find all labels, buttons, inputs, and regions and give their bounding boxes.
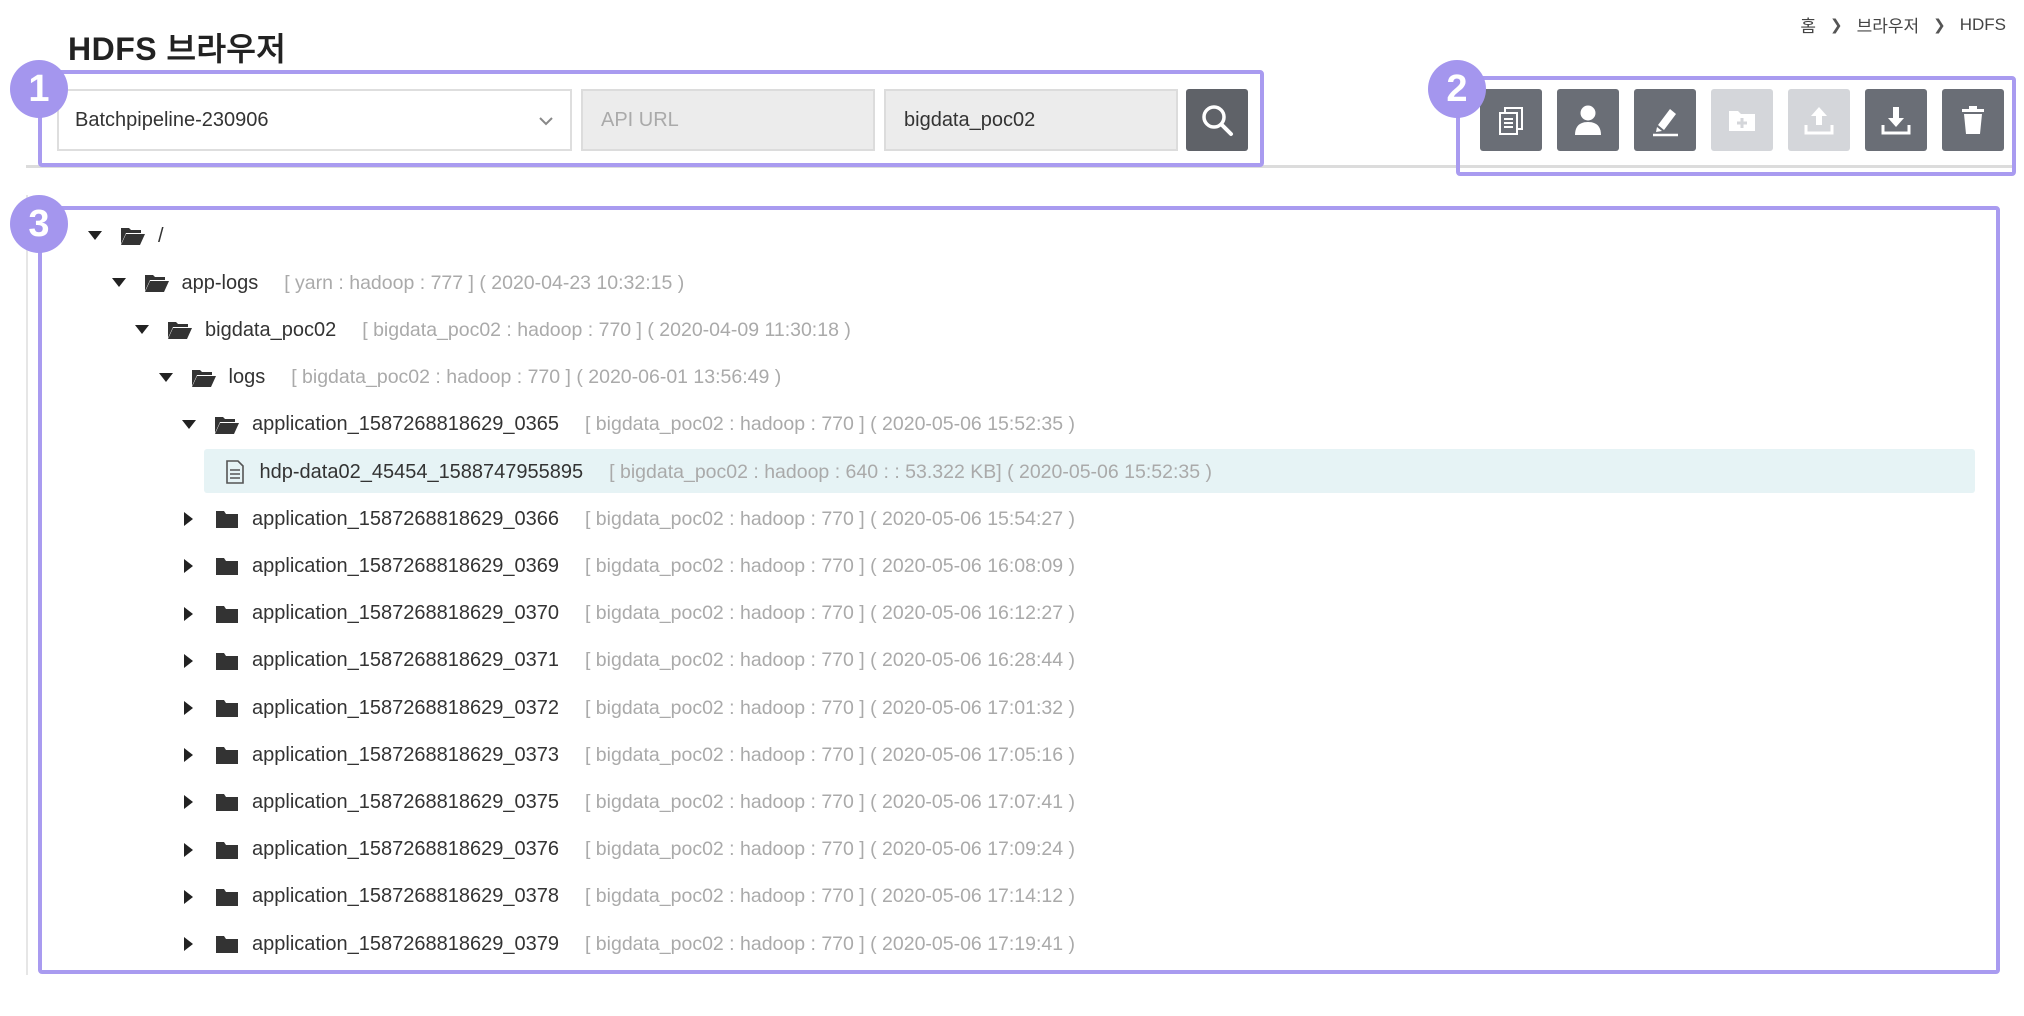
page-title: HDFS 브라우저	[68, 31, 287, 67]
breadcrumb: 홈 ❯ 브라우저 ❯ HDFS	[1800, 12, 2006, 37]
tree-folder-row[interactable]: application_1587268818629_0376 [ bigdata_…	[178, 830, 1075, 870]
tree-folder-row[interactable]: application_1587268818629_0370 [ bigdata_…	[178, 594, 1075, 634]
tree-file-row[interactable]: hdp-data02_45454_1588747955895 [ bigdata_…	[222, 452, 1212, 492]
callout-box-1	[38, 70, 1264, 167]
caret-down-icon[interactable]	[84, 225, 106, 247]
tree-node-name[interactable]: application_1587268818629_0373	[252, 744, 559, 767]
tree-node-name[interactable]: application_1587268818629_0370	[252, 602, 559, 625]
tree-node-meta: [ bigdata_poc02 : hadoop : 770 ] ( 2020-…	[584, 838, 1076, 861]
folder-icon	[214, 839, 240, 861]
tree-node-name[interactable]: app-logs	[182, 272, 259, 295]
tree-folder-row[interactable]: /	[84, 216, 190, 256]
callout-badge-1: 1	[10, 60, 68, 118]
tree-folder-row[interactable]: app-logs [ yarn : hadoop : 777 ] ( 2020-0…	[108, 263, 685, 303]
caret-down-icon[interactable]	[131, 319, 153, 341]
tree-folder-row[interactable]: application_1587268818629_0371 [ bigdata_…	[178, 641, 1075, 681]
tree-node-meta: [ bigdata_poc02 : hadoop : 770 ] ( 2020-…	[362, 318, 851, 341]
tree-node-meta: [ bigdata_poc02 : hadoop : 770 ] ( 2020-…	[584, 696, 1076, 719]
tree-folder-row[interactable]: application_1587268818629_0365 [ bigdata_…	[178, 405, 1075, 445]
tree-node-meta: [ bigdata_poc02 : hadoop : 770 ] ( 2020-…	[584, 554, 1076, 577]
tree-node-name[interactable]: application_1587268818629_0366	[252, 508, 559, 531]
tree-node-name[interactable]: bigdata_poc02	[205, 319, 336, 342]
tree-node-meta: [ bigdata_poc02 : hadoop : 640 : : 53.32…	[609, 460, 1212, 483]
tree-node-meta: [ bigdata_poc02 : hadoop : 770 ] ( 2020-…	[584, 885, 1076, 908]
folder-open-icon	[167, 319, 193, 341]
chevron-right-icon: ❯	[1830, 16, 1843, 34]
breadcrumb-home[interactable]: 홈	[1800, 12, 1816, 37]
tree-node-name[interactable]: application_1587268818629_0369	[252, 555, 559, 578]
tree-folder-row[interactable]: bigdata_poc02 [ bigdata_poc02 : hadoop : …	[131, 310, 851, 350]
tree-node-meta: [ bigdata_poc02 : hadoop : 770 ] ( 2020-…	[584, 649, 1076, 672]
tree-node-name[interactable]: application_1587268818629_0365	[252, 413, 559, 436]
caret-right-icon[interactable]	[178, 791, 200, 813]
breadcrumb-browser[interactable]: 브라우저	[1857, 12, 1920, 37]
tree-node-meta: [ bigdata_poc02 : hadoop : 770 ] ( 2020-…	[584, 602, 1076, 625]
tree-node-meta: [ bigdata_poc02 : hadoop : 770 ] ( 2020-…	[584, 932, 1076, 955]
tree-folder-row[interactable]: logs [ bigdata_poc02 : hadoop : 770 ] ( 2…	[155, 358, 782, 398]
tree-node-name[interactable]: application_1587268818629_0371	[252, 649, 559, 672]
folder-icon	[214, 933, 240, 955]
caret-right-icon[interactable]	[178, 697, 200, 719]
tree-node-meta: [ bigdata_poc02 : hadoop : 770 ] ( 2020-…	[584, 790, 1076, 813]
tree-node-name[interactable]: hdp-data02_45454_1588747955895	[260, 461, 584, 484]
tree-node-name[interactable]: application_1587268818629_0372	[252, 697, 559, 720]
caret-right-icon[interactable]	[178, 650, 200, 672]
tree-node-name[interactable]: application_1587268818629_0376	[252, 838, 559, 861]
caret-right-icon[interactable]	[178, 744, 200, 766]
tree-node-name[interactable]: logs	[229, 366, 266, 389]
tree-folder-row[interactable]: application_1587268818629_0369 [ bigdata_…	[178, 546, 1075, 586]
tree-node-name[interactable]: application_1587268818629_0375	[252, 791, 559, 814]
file-icon	[222, 460, 248, 484]
tree-folder-row[interactable]: application_1587268818629_0379 [ bigdata_…	[178, 924, 1075, 964]
caret-right-icon[interactable]	[178, 933, 200, 955]
folder-icon	[214, 603, 240, 625]
caret-down-icon[interactable]	[178, 414, 200, 436]
caret-right-icon[interactable]	[178, 603, 200, 625]
folder-icon	[214, 555, 240, 577]
caret-right-icon[interactable]	[178, 886, 200, 908]
folder-icon	[214, 697, 240, 719]
tree-folder-row[interactable]: application_1587268818629_0375 [ bigdata_…	[178, 782, 1075, 822]
chevron-right-icon: ❯	[1933, 16, 1946, 34]
breadcrumb-hdfs: HDFS	[1959, 14, 2006, 34]
folder-icon	[214, 886, 240, 908]
caret-down-icon[interactable]	[155, 367, 177, 389]
tree-folder-row[interactable]: application_1587268818629_0372 [ bigdata_…	[178, 688, 1075, 728]
tree-node-meta: [ yarn : hadoop : 777 ] ( 2020-04-23 10:…	[284, 271, 685, 294]
tree-folder-row[interactable]: application_1587268818629_0373 [ bigdata_…	[178, 735, 1075, 775]
folder-open-icon	[191, 367, 217, 389]
tree-node-name[interactable]: application_1587268818629_0378	[252, 885, 559, 908]
caret-right-icon[interactable]	[178, 839, 200, 861]
caret-down-icon[interactable]	[108, 272, 130, 294]
folder-icon	[214, 650, 240, 672]
folder-open-icon	[120, 225, 146, 247]
tree-folder-row[interactable]: application_1587268818629_0366 [ bigdata_…	[178, 499, 1075, 539]
caret-right-icon[interactable]	[178, 508, 200, 530]
tree-node-meta: [ bigdata_poc02 : hadoop : 770 ] ( 2020-…	[584, 743, 1076, 766]
callout-badge-3: 3	[10, 195, 68, 253]
caret-right-icon[interactable]	[178, 555, 200, 577]
tree-node-meta: [ bigdata_poc02 : hadoop : 770 ] ( 2020-…	[584, 507, 1076, 530]
tree-node-name[interactable]: application_1587268818629_0379	[252, 933, 559, 956]
tree-folder-row[interactable]: application_1587268818629_0378 [ bigdata_…	[178, 877, 1075, 917]
callout-box-2	[1456, 76, 2016, 176]
callout-badge-2: 2	[1428, 60, 1486, 118]
tree-node-name[interactable]: /	[158, 225, 164, 248]
folder-icon	[214, 508, 240, 530]
tree-node-meta: [ bigdata_poc02 : hadoop : 770 ] ( 2020-…	[584, 413, 1076, 436]
folder-icon	[214, 791, 240, 813]
folder-open-icon	[144, 272, 170, 294]
folder-open-icon	[214, 414, 240, 436]
tree-node-meta: [ bigdata_poc02 : hadoop : 770 ] ( 2020-…	[291, 366, 782, 389]
folder-icon	[214, 744, 240, 766]
